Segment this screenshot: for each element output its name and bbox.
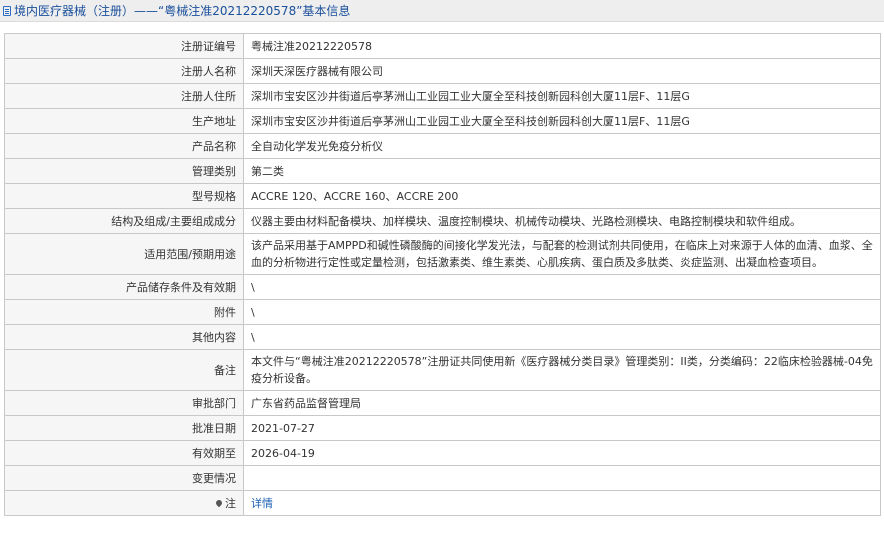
row-value: \ — [243, 274, 881, 300]
row-label: 结构及组成/主要组成成分 — [4, 208, 244, 234]
row-label: 附件 — [4, 299, 244, 325]
table-row: 注册人住所 深圳市宝安区沙井街道后亭茅洲山工业园工业大厦全至科技创新园科创大厦1… — [4, 83, 881, 109]
row-label: 管理类别 — [4, 158, 244, 184]
row-value: 深圳市宝安区沙井街道后亭茅洲山工业园工业大厦全至科技创新园科创大厦11层F、11… — [243, 83, 881, 109]
row-value — [243, 465, 881, 491]
note-label-text: 注 — [225, 496, 236, 510]
row-label: 生产地址 — [4, 108, 244, 134]
row-label: 变更情况 — [4, 465, 244, 491]
table-row: 生产地址 深圳市宝安区沙井街道后亭茅洲山工业园工业大厦全至科技创新园科创大厦11… — [4, 108, 881, 134]
row-value: 第二类 — [243, 158, 881, 184]
table-row: 审批部门 广东省药品监督管理局 — [4, 390, 881, 416]
note-value: 详情 — [243, 490, 881, 516]
table-row: 注册证编号 粤械注准20212220578 — [4, 33, 881, 59]
row-value: 该产品采用基于AMPPD和碱性磷酸酶的间接化学发光法，与配套的检测试剂共同使用，… — [243, 233, 881, 275]
table-row: 注册人名称 深圳天深医疗器械有限公司 — [4, 58, 881, 84]
row-label: 其他内容 — [4, 324, 244, 350]
row-label: 注册证编号 — [4, 33, 244, 59]
table-row: 适用范围/预期用途 该产品采用基于AMPPD和碱性磷酸酶的间接化学发光法，与配套… — [4, 233, 881, 275]
table-row: 附件 \ — [4, 299, 881, 325]
row-label: 批准日期 — [4, 415, 244, 441]
row-value: 本文件与“粤械注准20212220578”注册证共同使用新《医疗器械分类目录》管… — [243, 349, 881, 391]
row-label: 产品储存条件及有效期 — [4, 274, 244, 300]
row-label: 型号规格 — [4, 183, 244, 209]
table-row: 批准日期 2021-07-27 — [4, 415, 881, 441]
row-value: \ — [243, 299, 881, 325]
row-value: 深圳天深医疗器械有限公司 — [243, 58, 881, 84]
row-value: 全自动化学发光免疫分析仪 — [243, 133, 881, 159]
row-label: 产品名称 — [4, 133, 244, 159]
row-value: 2026-04-19 — [243, 440, 881, 466]
row-value: 深圳市宝安区沙井街道后亭茅洲山工业园工业大厦全至科技创新园科创大厦11层F、11… — [243, 108, 881, 134]
table-row: 变更情况 — [4, 465, 881, 491]
table-row: 其他内容 \ — [4, 324, 881, 350]
table-row: 产品储存条件及有效期 \ — [4, 274, 881, 300]
row-label: 注册人名称 — [4, 58, 244, 84]
row-label: 适用范围/预期用途 — [4, 233, 244, 275]
document-icon — [3, 5, 11, 16]
row-value: 2021-07-27 — [243, 415, 881, 441]
note-label: 注 — [4, 490, 244, 516]
table-row: 产品名称 全自动化学发光免疫分析仪 — [4, 133, 881, 159]
table-row: 备注 本文件与“粤械注准20212220578”注册证共同使用新《医疗器械分类目… — [4, 349, 881, 391]
row-value: ACCRE 120、ACCRE 160、ACCRE 200 — [243, 183, 881, 209]
row-value: 粤械注准20212220578 — [243, 33, 881, 59]
row-label: 备注 — [4, 349, 244, 391]
table-row: 注 详情 — [4, 490, 881, 516]
table-row: 管理类别 第二类 — [4, 158, 881, 184]
info-table: 注册证编号 粤械注准20212220578 注册人名称 深圳天深医疗器械有限公司… — [4, 33, 881, 516]
row-label: 审批部门 — [4, 390, 244, 416]
details-link[interactable]: 详情 — [251, 497, 273, 510]
table-row: 有效期至 2026-04-19 — [4, 440, 881, 466]
row-value: \ — [243, 324, 881, 350]
row-value: 广东省药品监督管理局 — [243, 390, 881, 416]
page-header: 境内医疗器械（注册）——“粤械注准20212220578”基本信息 — [0, 0, 884, 22]
row-label: 有效期至 — [4, 440, 244, 466]
pin-icon — [214, 498, 224, 507]
row-label: 注册人住所 — [4, 83, 244, 109]
page-title: 境内医疗器械（注册）——“粤械注准20212220578”基本信息 — [14, 4, 351, 18]
table-row: 型号规格 ACCRE 120、ACCRE 160、ACCRE 200 — [4, 183, 881, 209]
table-row: 结构及组成/主要组成成分 仪器主要由材料配备模块、加样模块、温度控制模块、机械传… — [4, 208, 881, 234]
row-value: 仪器主要由材料配备模块、加样模块、温度控制模块、机械传动模块、光路检测模块、电路… — [243, 208, 881, 234]
